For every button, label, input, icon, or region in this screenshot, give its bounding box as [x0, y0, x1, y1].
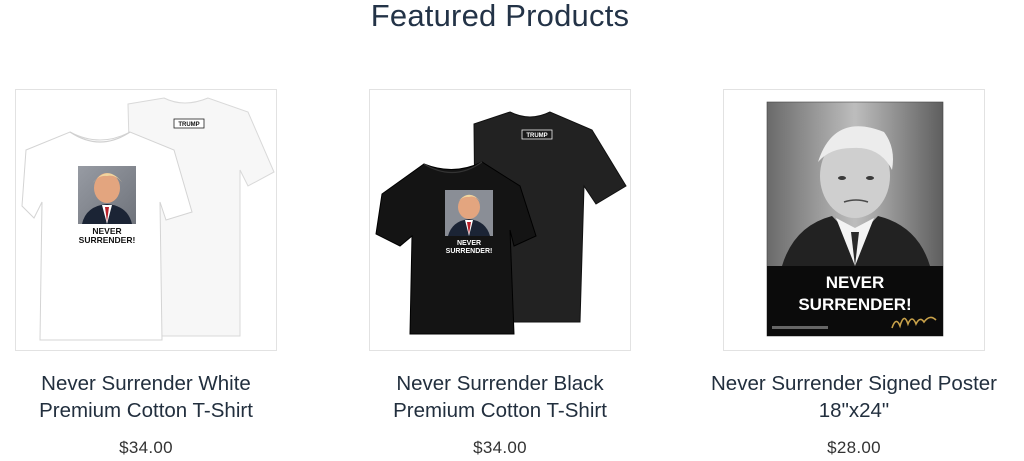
- product-card-signed-poster[interactable]: NEVER SURRENDER! Never Surrender Signed …: [711, 89, 997, 458]
- product-price: $28.00: [827, 438, 881, 457]
- product-title-line-1[interactable]: Never Surrender Black: [396, 372, 603, 395]
- product-card-black-tshirt[interactable]: TRUMP NEVER SURRENDER! Never Surrender B…: [369, 89, 631, 458]
- product-title-line-2[interactable]: 18"x24": [819, 399, 889, 422]
- product-title-signed-poster[interactable]: Never Surrender Signed Poster 18"x24": [703, 370, 1005, 424]
- shirt-back-tag-2: TRUMP: [526, 133, 547, 139]
- poster-image: NEVER SURRENDER!: [766, 101, 944, 337]
- product-price: $34.00: [473, 438, 527, 457]
- product-price: $34.00: [119, 438, 173, 457]
- section-title: Featured Products: [370, 0, 630, 33]
- product-title-line-1[interactable]: Never Surrender Signed Poster: [711, 372, 997, 395]
- product-image-signed-poster[interactable]: NEVER SURRENDER!: [723, 89, 985, 351]
- black-tshirt-image: TRUMP NEVER SURRENDER!: [375, 111, 627, 335]
- featured-products-section: Featured Products TRUMP NEVER SURRENDER!…: [0, 0, 1024, 461]
- product-title-black-tshirt[interactable]: Never Surrender Black Premium Cotton T-S…: [349, 370, 651, 424]
- product-image-black-tshirt[interactable]: TRUMP NEVER SURRENDER!: [369, 89, 631, 351]
- shirt-print-surrender-1: SURRENDER!: [79, 235, 136, 245]
- product-title-line-1[interactable]: Never Surrender White: [41, 372, 251, 395]
- product-image-white-tshirt[interactable]: TRUMP NEVER SURRENDER!: [15, 89, 277, 351]
- white-tshirt-image: TRUMP NEVER SURRENDER!: [21, 97, 275, 341]
- shirt-print-surrender-2: SURRENDER!: [446, 248, 493, 255]
- poster-never-text: NEVER: [826, 273, 885, 292]
- shirt-print-never-2: NEVER: [457, 240, 481, 247]
- product-title-white-tshirt[interactable]: Never Surrender White Premium Cotton T-S…: [0, 370, 297, 424]
- product-title-line-2[interactable]: Premium Cotton T-Shirt: [393, 399, 607, 422]
- shirt-back-tag-1: TRUMP: [178, 122, 199, 128]
- poster-surrender-text: SURRENDER!: [798, 295, 911, 314]
- product-card-white-tshirt[interactable]: TRUMP NEVER SURRENDER! Never Surrender W…: [15, 89, 277, 458]
- product-title-line-2[interactable]: Premium Cotton T-Shirt: [39, 399, 253, 422]
